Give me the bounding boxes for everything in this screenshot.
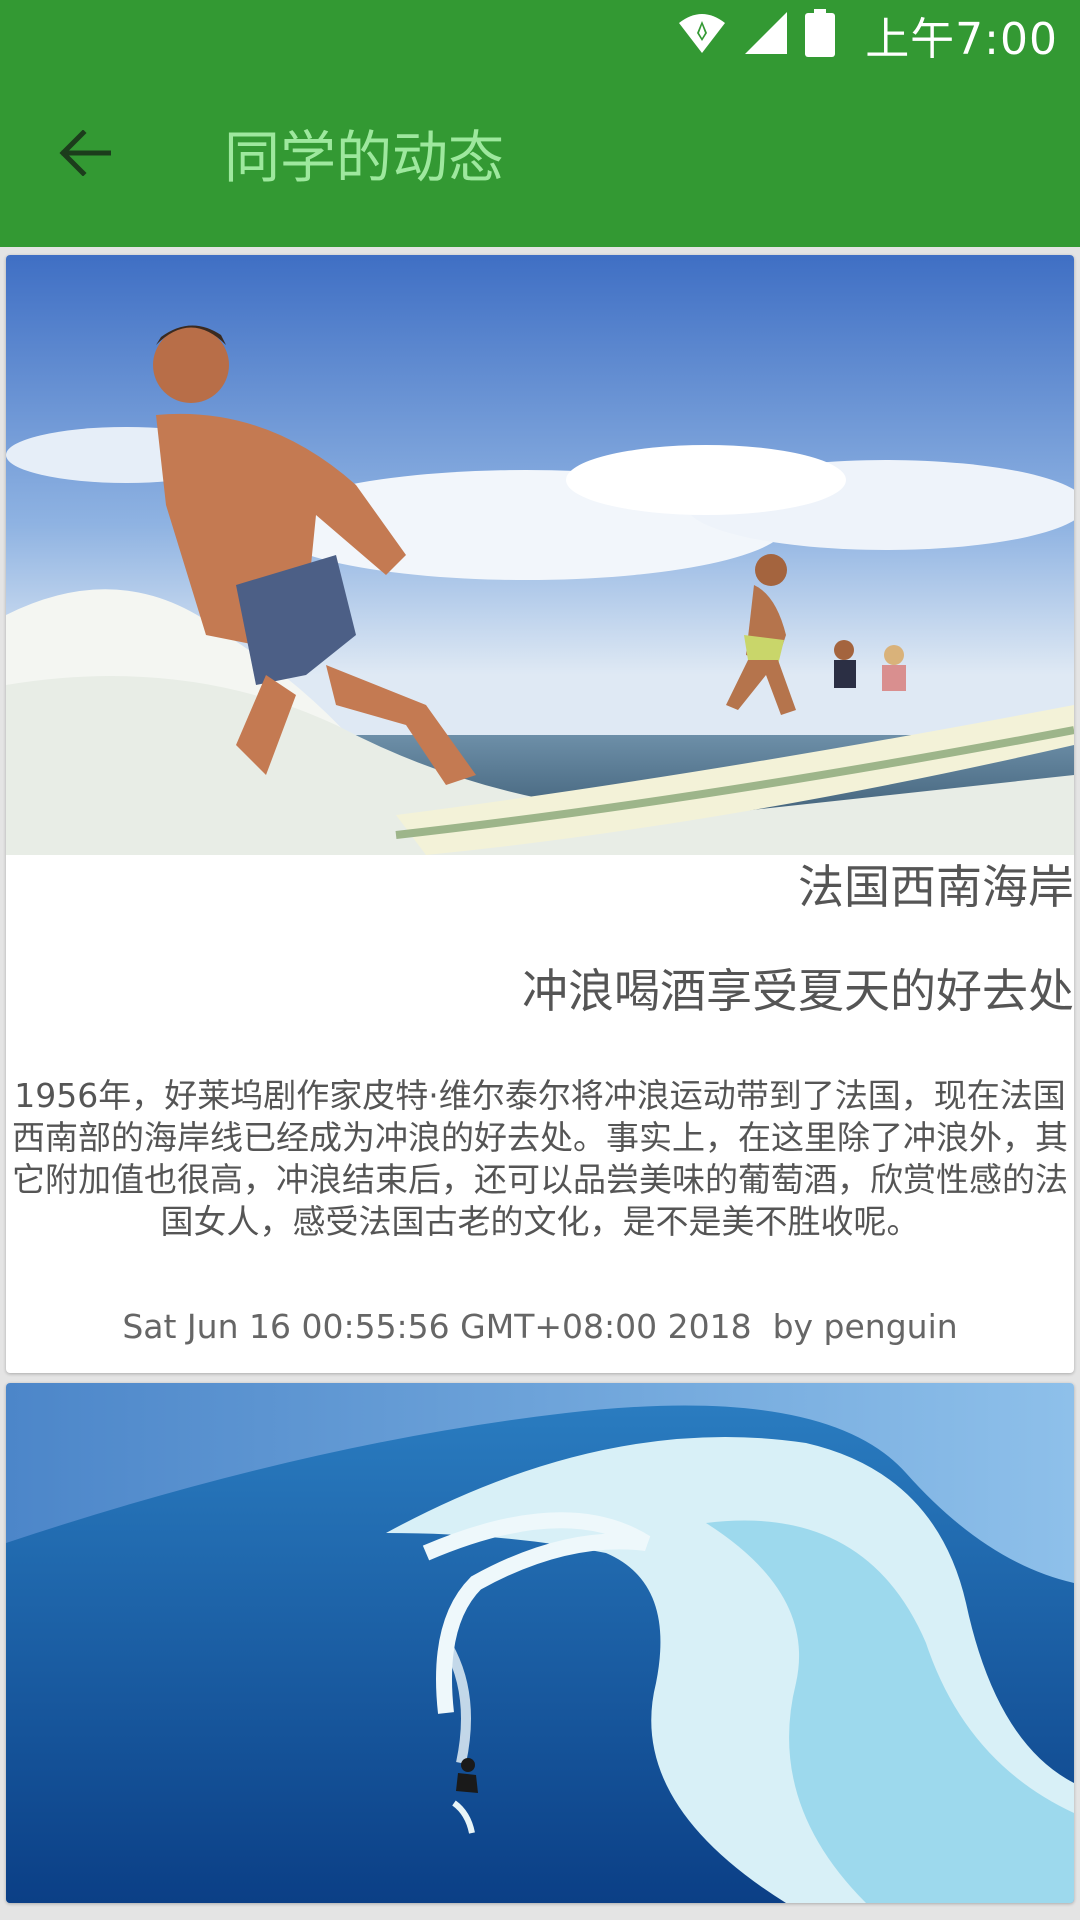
card-author: by penguin bbox=[772, 1307, 958, 1346]
signal-icon bbox=[745, 12, 788, 58]
back-button[interactable] bbox=[40, 114, 130, 196]
battery-icon bbox=[805, 9, 836, 61]
app-bar: 上午7:00 同学的动态 bbox=[0, 0, 1080, 247]
feed-card[interactable]: 法国西南海岸 冲浪喝酒享受夏天的好去处 1956年，好莱坞剧作家皮特·维尔泰尔将… bbox=[6, 255, 1074, 1373]
surfing-photo bbox=[6, 255, 1074, 855]
card-meta: Sat Jun 16 00:55:56 GMT+08:00 2018 by pe… bbox=[6, 1305, 1074, 1373]
wifi-icon bbox=[677, 11, 727, 59]
card-title: 法国西南海岸 bbox=[798, 860, 1074, 914]
big-wave-surfer-photo bbox=[6, 1383, 1074, 1903]
page-title: 同学的动态 bbox=[224, 126, 504, 191]
arrow-back-icon bbox=[59, 129, 112, 180]
status-time: 上午7:00 bbox=[865, 14, 1058, 65]
feed-list[interactable]: 法国西南海岸 冲浪喝酒享受夏天的好去处 1956年，好莱坞剧作家皮特·维尔泰尔将… bbox=[6, 255, 1074, 1913]
card-subtitle: 冲浪喝酒享受夏天的好去处 bbox=[522, 964, 1074, 1018]
card-body-text: 1956年，好莱坞剧作家皮特·维尔泰尔将冲浪运动带到了法国，现在法国西南部的海岸… bbox=[12, 1076, 1068, 1241]
feed-card[interactable] bbox=[6, 1383, 1074, 1903]
card-timestamp: Sat Jun 16 00:55:56 GMT+08:00 2018 bbox=[122, 1307, 752, 1346]
status-bar: 上午7:00 bbox=[677, 6, 1058, 65]
